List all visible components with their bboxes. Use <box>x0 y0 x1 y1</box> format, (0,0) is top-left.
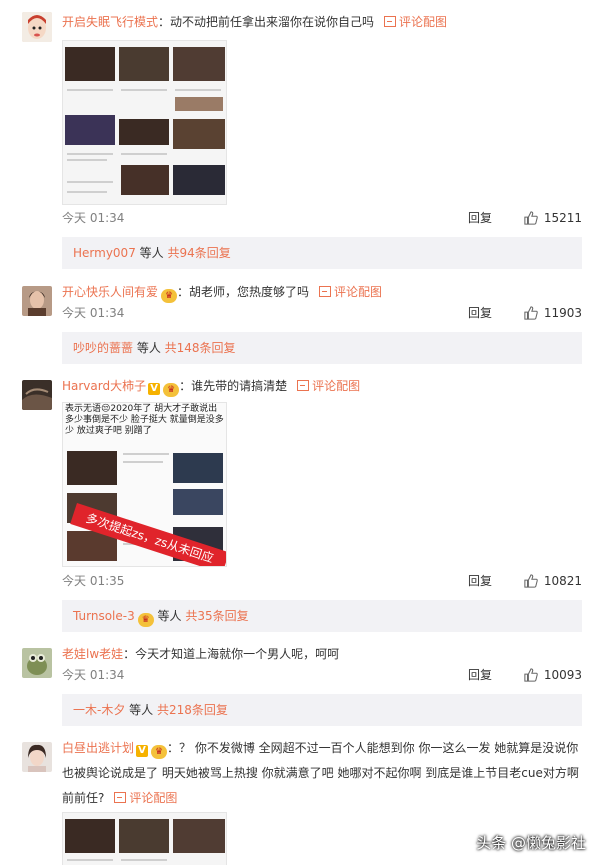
like-button[interactable]: 10093 <box>524 664 582 686</box>
comment-text: ：胡老师，您热度够了吗 <box>177 285 310 299</box>
replies-middle: 等人 <box>125 703 157 717</box>
picture-icon <box>114 792 127 803</box>
like-count: 11903 <box>543 306 582 320</box>
replies-summary[interactable]: 一木-木夕 等人 共218条回复 <box>62 694 582 726</box>
like-button[interactable]: 10821 <box>524 570 582 592</box>
comment-text: ：谁先带的请搞清楚 <box>179 379 288 393</box>
comment-text-line-2: 也被舆论说成是了 明天她被骂上热搜 你就满意了吧 她哪对不起你啊 到底是谁上节目… <box>62 766 579 780</box>
replies-middle: 等人 <box>135 246 168 260</box>
avatar[interactable] <box>22 12 52 42</box>
comment-username[interactable]: Harvard大柿子 <box>62 379 146 393</box>
reply-button[interactable]: 回复 <box>468 570 492 592</box>
verified-v-icon: V <box>148 383 161 395</box>
crown-badge-icon: ♛ <box>137 613 154 627</box>
reply-username[interactable]: Hermy007 <box>73 246 136 260</box>
comment-picture-link[interactable]: 评论配图 <box>319 285 382 299</box>
like-count: 15211 <box>543 211 582 225</box>
avatar[interactable] <box>22 742 52 772</box>
comment-text: ：动不动把前任拿出来溜你在说你自己吗 <box>158 15 375 29</box>
replies-summary[interactable]: 吵吵的蔷蔷 等人 共148条回复 <box>62 332 582 364</box>
thumb-up-icon <box>524 306 538 320</box>
avatar[interactable] <box>22 286 52 316</box>
replies-summary[interactable]: Turnsole-3 ♛ 等人 共35条回复 <box>62 600 582 632</box>
thumb-up-icon <box>524 574 538 588</box>
picture-icon <box>319 286 332 297</box>
comment-text-line-1: ：？ 你不发微博 全网超不过一百个人能想到你 你一这么一发 她就算是没说你 <box>167 741 579 755</box>
comment-time: 今天 01:35 <box>62 574 125 588</box>
comment-image[interactable] <box>62 40 227 205</box>
replies-summary[interactable]: Hermy007 等人 共94条回复 <box>62 237 582 269</box>
like-count: 10093 <box>543 668 582 682</box>
avatar[interactable] <box>22 380 52 410</box>
like-button[interactable]: 11903 <box>524 302 582 324</box>
thumb-up-icon <box>524 668 538 682</box>
verified-v-icon: V <box>136 745 149 757</box>
reply-username[interactable]: 一木-木夕 <box>73 703 125 717</box>
replies-middle: 等人 <box>153 609 186 623</box>
replies-count[interactable]: 共94条回复 <box>167 246 230 260</box>
image-caption: 表示无语😒2020年了 胡大才子敢说出多少事倒是不少 脸子挺大 就量倒是没多少 … <box>65 404 224 436</box>
comment-image[interactable]: 表示无语😒2020年了 胡大才子敢说出多少事倒是不少 脸子挺大 就量倒是没多少 … <box>62 402 227 567</box>
crown-badge-icon: ♛ <box>151 745 168 759</box>
comment-time: 今天 01:34 <box>62 211 125 225</box>
comment-username[interactable]: 老娃lw老娃 <box>62 647 123 661</box>
replies-middle: 等人 <box>133 341 165 355</box>
picture-icon <box>384 16 397 27</box>
crown-badge-icon: ♛ <box>161 289 178 303</box>
avatar[interactable] <box>22 648 52 678</box>
comment-text: ：今天才知道上海就你一个男人呢，呵呵 <box>123 647 340 661</box>
watermark: 头条 @懒兔影社 <box>476 834 586 852</box>
comment-text-line-3: 前前任? <box>62 791 105 805</box>
comment-picture-link[interactable]: 评论配图 <box>384 15 447 29</box>
comment-picture-link[interactable]: 评论配图 <box>114 791 177 805</box>
reply-button[interactable]: 回复 <box>468 664 492 686</box>
reply-button[interactable]: 回复 <box>468 207 492 229</box>
replies-count[interactable]: 共35条回复 <box>185 609 248 623</box>
crown-badge-icon: ♛ <box>163 383 180 397</box>
comment-time: 今天 01:34 <box>62 668 125 682</box>
reply-button[interactable]: 回复 <box>468 302 492 324</box>
comment-username[interactable]: 开心快乐人间有爱 <box>62 285 158 299</box>
comment-username[interactable]: 开启失眠飞行模式 <box>62 15 158 29</box>
comment-username[interactable]: 白昼出逃计划 <box>62 741 134 755</box>
comment-time: 今天 01:34 <box>62 306 125 320</box>
picture-icon <box>297 380 310 391</box>
reply-username[interactable]: 吵吵的蔷蔷 <box>73 341 133 355</box>
reply-username[interactable]: Turnsole-3 <box>73 609 135 623</box>
replies-count[interactable]: 共148条回复 <box>165 341 236 355</box>
comment-image[interactable] <box>62 812 227 865</box>
like-button[interactable]: 15211 <box>524 207 582 229</box>
like-count: 10821 <box>543 574 582 588</box>
thumb-up-icon <box>524 211 538 225</box>
comment-picture-link[interactable]: 评论配图 <box>297 379 360 393</box>
replies-count[interactable]: 共218条回复 <box>157 703 228 717</box>
